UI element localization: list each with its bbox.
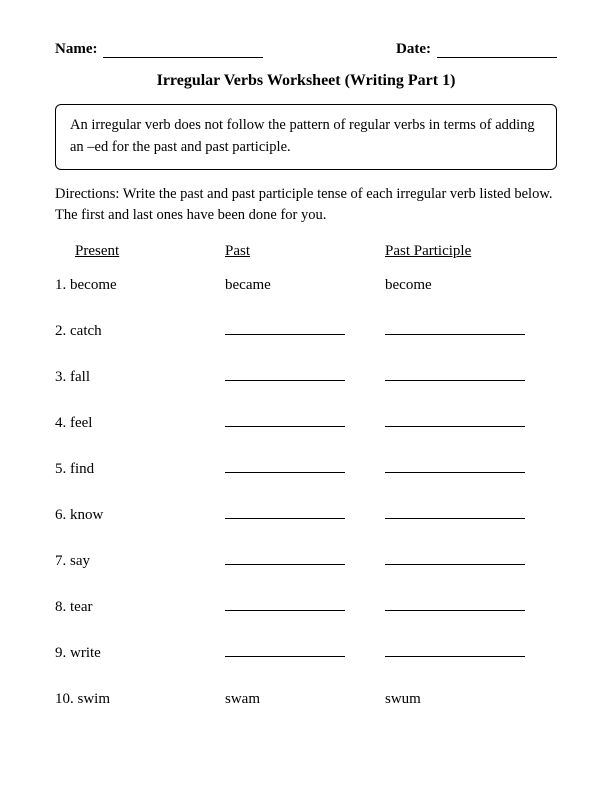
past-blank-line[interactable] [225, 639, 345, 657]
present-cell: 4. feel [55, 415, 215, 434]
table-row: 8. tear [55, 590, 557, 618]
present-cell: 5. find [55, 461, 215, 480]
participle-blank-line[interactable] [385, 501, 525, 519]
participle-blank-line[interactable] [385, 317, 525, 335]
participle-blank-line[interactable] [385, 455, 525, 473]
name-label: Name: [55, 41, 97, 58]
past-blank-line[interactable] [225, 501, 345, 519]
past-cell [215, 363, 375, 388]
participle-cell: become [375, 277, 557, 296]
table-row: 3. fall [55, 360, 557, 388]
participle-column-header: Past Participle [375, 243, 557, 260]
past-cell [215, 547, 375, 572]
info-box: An irregular verb does not follow the pa… [55, 104, 557, 170]
past-cell [215, 639, 375, 664]
present-cell: 2. catch [55, 323, 215, 342]
participle-blank-line[interactable] [385, 593, 525, 611]
past-cell [215, 455, 375, 480]
past-blank-line[interactable] [225, 455, 345, 473]
participle-cell [375, 363, 557, 388]
table-row: 1. becomebecamebecome [55, 268, 557, 296]
past-cell: became [215, 277, 375, 296]
participle-cell [375, 639, 557, 664]
past-blank-line[interactable] [225, 317, 345, 335]
participle-cell [375, 455, 557, 480]
present-column-header: Present [55, 243, 215, 260]
name-row: Name: Date: [55, 40, 557, 58]
participle-cell [375, 547, 557, 572]
table-row: 5. find [55, 452, 557, 480]
present-cell: 7. say [55, 553, 215, 572]
table-row: 7. say [55, 544, 557, 572]
participle-cell [375, 409, 557, 434]
name-input-line[interactable] [103, 40, 263, 58]
present-cell: 9. write [55, 645, 215, 664]
present-cell: 6. know [55, 507, 215, 526]
table-row: 9. write [55, 636, 557, 664]
directions-text: Directions: Write the past and past part… [55, 184, 557, 228]
present-cell: 10. swim [55, 691, 215, 710]
participle-cell: swum [375, 691, 557, 710]
past-blank-line[interactable] [225, 593, 345, 611]
present-cell: 8. tear [55, 599, 215, 618]
past-cell [215, 593, 375, 618]
past-cell: swam [215, 691, 375, 710]
participle-blank-line[interactable] [385, 547, 525, 565]
participle-cell [375, 317, 557, 342]
past-blank-line[interactable] [225, 409, 345, 427]
participle-cell [375, 501, 557, 526]
participle-cell [375, 593, 557, 618]
past-cell [215, 317, 375, 342]
date-input-line[interactable] [437, 40, 557, 58]
present-cell: 1. become [55, 277, 215, 296]
verb-rows-container: 1. becomebecamebecome 2. catch 3. fall 4. f… [55, 268, 557, 710]
table-row: 10. swimswamswum [55, 682, 557, 710]
past-blank-line[interactable] [225, 547, 345, 565]
past-cell [215, 409, 375, 434]
participle-blank-line[interactable] [385, 363, 525, 381]
table-row: 2. catch [55, 314, 557, 342]
past-column-header: Past [215, 243, 375, 260]
participle-blank-line[interactable] [385, 639, 525, 657]
table-row: 6. know [55, 498, 557, 526]
participle-blank-line[interactable] [385, 409, 525, 427]
present-cell: 3. fall [55, 369, 215, 388]
date-label: Date: [396, 41, 431, 58]
past-cell [215, 501, 375, 526]
table-row: 4. feel [55, 406, 557, 434]
past-blank-line[interactable] [225, 363, 345, 381]
columns-header: Present Past Past Participle [55, 243, 557, 260]
page-title: Irregular Verbs Worksheet (Writing Part … [55, 72, 557, 90]
